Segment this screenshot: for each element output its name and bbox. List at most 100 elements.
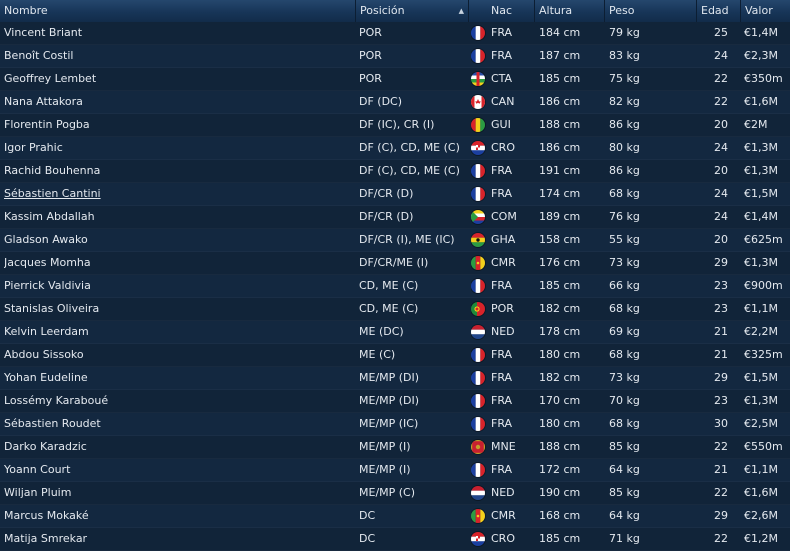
player-age: 21 — [714, 463, 728, 476]
player-name[interactable]: Gladson Awako — [4, 229, 354, 251]
player-nationality: FRA — [491, 394, 513, 407]
table-row[interactable]: Kassim Abdallah DF/CR (D) COM 189 cm 76 kg 24… — [0, 206, 790, 229]
player-position: POR — [359, 26, 382, 39]
player-name[interactable]: Stanislas Oliveira — [4, 298, 354, 320]
player-age: 20 — [714, 233, 728, 246]
player-position: ME/MP (IC) — [359, 417, 419, 430]
player-name[interactable]: Rachid Bouhenna — [4, 160, 354, 182]
player-weight: 68 kg — [609, 187, 640, 200]
player-name[interactable]: Wiljan Pluim — [4, 482, 354, 504]
player-height: 180 cm — [539, 417, 581, 430]
player-value: €550m — [744, 440, 783, 453]
player-age: 25 — [714, 26, 728, 39]
table-row[interactable]: Wiljan Pluim ME/MP (C) NED 190 cm 85 kg 22 €1,… — [0, 482, 790, 505]
player-weight: 64 kg — [609, 509, 640, 522]
player-height: 176 cm — [539, 256, 581, 269]
player-height: 186 cm — [539, 95, 581, 108]
player-value: €1,4M — [744, 210, 778, 223]
table-row[interactable]: Marcus Mokaké DC CMR 168 cm 64 kg 29 €2,6M — [0, 505, 790, 528]
comoros-flag-icon — [471, 210, 485, 224]
nationality-flag-cell — [471, 367, 487, 389]
column-header-valor[interactable]: Valor — [741, 0, 790, 22]
table-row[interactable]: Jacques Momha DF/CR/ME (I) CMR 176 cm 73 kg 2… — [0, 252, 790, 275]
player-name[interactable]: Geoffrey Lembet — [4, 68, 354, 90]
player-weight: 86 kg — [609, 164, 640, 177]
table-row[interactable]: Yohan Eudeline ME/MP (DI) FRA 182 cm 73 kg 29… — [0, 367, 790, 390]
column-header-altura[interactable]: Altura — [535, 0, 605, 22]
player-age: 30 — [714, 417, 728, 430]
player-name[interactable]: Lossémy Karaboué — [4, 390, 354, 412]
player-age: 23 — [714, 394, 728, 407]
player-name[interactable]: Nana Attakora — [4, 91, 354, 113]
table-row[interactable]: Darko Karadzic ME/MP (I) MNE 188 cm 85 kg 22 €… — [0, 436, 790, 459]
player-nationality: FRA — [491, 49, 513, 62]
player-value: €1,4M — [744, 26, 778, 39]
column-header-peso[interactable]: Peso — [605, 0, 697, 22]
table-row[interactable]: Pierrick Valdivia CD, ME (C) FRA 185 cm 66 k… — [0, 275, 790, 298]
table-row[interactable]: Sébastien Cantini DF/CR (D) FRA 174 cm 68 kg… — [0, 183, 790, 206]
player-name[interactable]: Yoann Court — [4, 459, 354, 481]
table-row[interactable]: Florentin Pogba DF (IC), CR (I) GUI 188 cm 8… — [0, 114, 790, 137]
netherlands-flag-icon — [471, 325, 485, 339]
player-name[interactable]: Jacques Momha — [4, 252, 354, 274]
table-row[interactable]: Geoffrey Lembet POR CTA 185 cm 75 kg 22 €350m — [0, 68, 790, 91]
table-row[interactable]: Benoît Costil POR FRA 187 cm 83 kg 24 €2,3M — [0, 45, 790, 68]
player-name[interactable]: Benoît Costil — [4, 45, 354, 67]
table-row[interactable]: Stanislas Oliveira CD, ME (C) POR 182 cm 68 … — [0, 298, 790, 321]
player-name[interactable]: Pierrick Valdivia — [4, 275, 354, 297]
table-row[interactable]: Vincent Briant POR FRA 184 cm 79 kg 25 €1,4M — [0, 22, 790, 45]
ghana-flag-icon — [471, 233, 485, 247]
player-weight: 75 kg — [609, 72, 640, 85]
table-row[interactable]: Gladson Awako DF/CR (I), ME (IC) GHA 158 cm… — [0, 229, 790, 252]
player-value: €1,3M — [744, 164, 778, 177]
player-name[interactable]: Igor Prahic — [4, 137, 354, 159]
player-height: 182 cm — [539, 371, 581, 384]
player-name[interactable]: Sébastien Roudet — [4, 413, 354, 435]
table-row[interactable]: Nana Attakora DF (DC) CAN 186 cm 82 kg 22 €1,6… — [0, 91, 790, 114]
column-header-nac[interactable]: Nac — [469, 0, 535, 22]
central-african-republic-flag-icon — [471, 72, 485, 86]
player-value: €2,2M — [744, 325, 778, 338]
table-row[interactable]: Kelvin Leerdam ME (DC) NED 178 cm 69 kg 21 €2,… — [0, 321, 790, 344]
player-name[interactable]: Kassim Abdallah — [4, 206, 354, 228]
table-row[interactable]: Igor Prahic DF (C), CD, ME (C) CRO 186 cm 80… — [0, 137, 790, 160]
player-nationality: NED — [491, 486, 515, 499]
player-position: ME (C) — [359, 348, 396, 361]
table-row[interactable]: Rachid Bouhenna DF (C), CD, ME (C) FRA 191 … — [0, 160, 790, 183]
player-name[interactable]: Darko Karadzic — [4, 436, 354, 458]
table-row[interactable]: Abdou Sissoko ME (C) FRA 180 cm 68 kg 21 €325m — [0, 344, 790, 367]
cameroon-flag-icon — [471, 509, 485, 523]
player-value: €1,2M — [744, 532, 778, 545]
canada-flag-icon — [471, 95, 485, 109]
player-value: €2,5M — [744, 417, 778, 430]
player-age: 24 — [714, 210, 728, 223]
player-nationality: FRA — [491, 164, 513, 177]
france-flag-icon — [471, 279, 485, 293]
player-age: 24 — [714, 141, 728, 154]
player-name[interactable]: Marcus Mokaké — [4, 505, 354, 527]
column-header-posicion[interactable]: Posición ▲ — [356, 0, 469, 22]
column-header-edad[interactable]: Edad — [697, 0, 741, 22]
player-value: €2,6M — [744, 509, 778, 522]
table-row[interactable]: Matija Smrekar DC CRO 185 cm 71 kg 22 €1,2M — [0, 528, 790, 551]
player-name[interactable]: Florentin Pogba — [4, 114, 354, 136]
player-age: 20 — [714, 118, 728, 131]
player-name[interactable]: Matija Smrekar — [4, 528, 354, 550]
player-age: 29 — [714, 256, 728, 269]
player-height: 191 cm — [539, 164, 581, 177]
player-name[interactable]: Abdou Sissoko — [4, 344, 354, 366]
player-name[interactable]: Yohan Eudeline — [4, 367, 354, 389]
player-name[interactable]: Kelvin Leerdam — [4, 321, 354, 343]
column-header-nombre[interactable]: Nombre — [0, 0, 356, 22]
player-value: €1,3M — [744, 141, 778, 154]
table-row[interactable]: Yoann Court ME/MP (I) FRA 172 cm 64 kg 21 €1,1… — [0, 459, 790, 482]
table-row[interactable]: Sébastien Roudet ME/MP (IC) FRA 180 cm 68 kg… — [0, 413, 790, 436]
player-position: DC — [359, 509, 376, 522]
france-flag-icon — [471, 417, 485, 431]
player-name[interactable]: Vincent Briant — [4, 22, 354, 44]
player-position: DF/CR/ME (I) — [359, 256, 429, 269]
player-height: 188 cm — [539, 118, 581, 131]
player-name[interactable]: Sébastien Cantini — [4, 183, 354, 205]
player-nationality: FRA — [491, 371, 513, 384]
table-row[interactable]: Lossémy Karaboué ME/MP (DI) FRA 170 cm 70 kg… — [0, 390, 790, 413]
